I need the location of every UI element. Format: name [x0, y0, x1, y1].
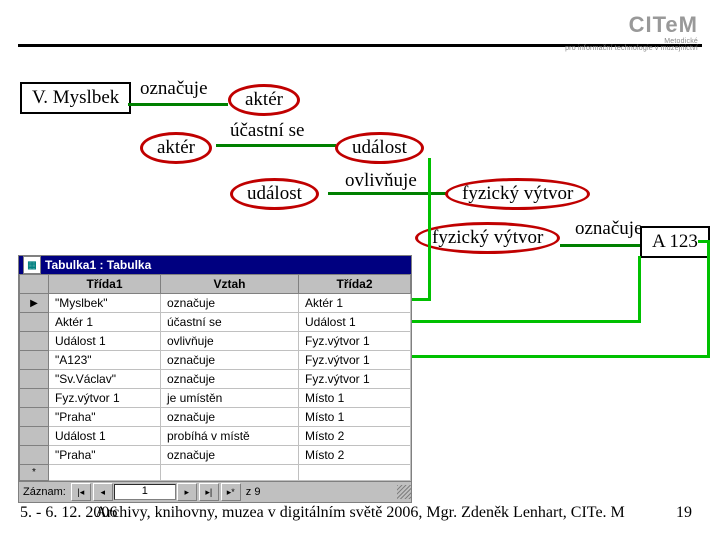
link-line: [428, 158, 431, 301]
logo-sub1: Metodické: [565, 38, 698, 45]
cell[interactable]: [298, 465, 410, 481]
table-row[interactable]: "A123"označujeFyz.výtvor 1: [20, 351, 411, 370]
cell[interactable]: Místo 2: [298, 446, 410, 465]
link-line: [400, 355, 710, 358]
row-selector[interactable]: [20, 427, 49, 446]
table-row[interactable]: ▶"Myslbek"označujeAktér 1: [20, 294, 411, 313]
connector: [560, 244, 640, 247]
footer-page: 19: [676, 504, 692, 522]
datasheet-icon: ▦: [23, 256, 41, 274]
row-selector[interactable]: [20, 351, 49, 370]
link-line: [698, 240, 710, 243]
cell[interactable]: Událost 1: [49, 427, 161, 446]
cell[interactable]: Fyz.výtvor 1: [49, 389, 161, 408]
cell[interactable]: označuje: [161, 294, 299, 313]
window-title: Tabulka1 : Tabulka: [45, 258, 151, 272]
rel-oznacuje-2: označuje: [575, 218, 643, 240]
table-window: ▦ Tabulka1 : Tabulka Třída1 Vztah Třída2…: [18, 255, 412, 503]
rel-ovlivnuje: ovlivňuje: [345, 170, 417, 192]
cell[interactable]: označuje: [161, 351, 299, 370]
footer-center: Archivy, knihovny, muzea v digitálním sv…: [0, 504, 720, 522]
table-row[interactable]: Událost 1ovlivňujeFyz.výtvor 1: [20, 332, 411, 351]
record-navigator: Záznam: |◂ ◂ 1 ▸ ▸| ▸* z 9: [19, 481, 411, 502]
cell[interactable]: "A123": [49, 351, 161, 370]
connector: [216, 144, 336, 147]
cell[interactable]: označuje: [161, 408, 299, 427]
data-grid[interactable]: Třída1 Vztah Třída2 ▶"Myslbek"označujeAk…: [19, 274, 411, 481]
titlebar[interactable]: ▦ Tabulka1 : Tabulka: [19, 256, 411, 274]
table-row[interactable]: "Sv.Václav"označujeFyz.výtvor 1: [20, 370, 411, 389]
cell[interactable]: označuje: [161, 370, 299, 389]
col-trida1[interactable]: Třída1: [49, 275, 161, 294]
node-akter-2: aktér: [140, 132, 212, 164]
resize-grip-icon[interactable]: [397, 485, 411, 499]
nav-new-button[interactable]: ▸*: [221, 483, 241, 501]
row-selector[interactable]: [20, 389, 49, 408]
node-udalost-2: událost: [230, 178, 319, 210]
row-selector[interactable]: [20, 332, 49, 351]
nav-last-button[interactable]: ▸|: [199, 483, 219, 501]
cell[interactable]: označuje: [161, 446, 299, 465]
rel-ucastni-se: účastní se: [230, 120, 304, 142]
cell[interactable]: Událost 1: [49, 332, 161, 351]
cell[interactable]: "Praha": [49, 446, 161, 465]
nav-first-button[interactable]: |◂: [71, 483, 91, 501]
record-number-input[interactable]: 1: [114, 484, 176, 500]
cell[interactable]: Fyz.výtvor 1: [298, 332, 410, 351]
cell[interactable]: Fyz.výtvor 1: [298, 370, 410, 389]
cell[interactable]: je umístěn: [161, 389, 299, 408]
table-row[interactable]: Fyz.výtvor 1je umístěnMísto 1: [20, 389, 411, 408]
link-line: [638, 256, 641, 323]
table-row-new[interactable]: *: [20, 465, 411, 481]
record-count: z 9: [242, 486, 265, 498]
connector: [128, 103, 228, 106]
cell[interactable]: "Myslbek": [49, 294, 161, 313]
logo-name: CITeM: [565, 12, 698, 38]
cell[interactable]: Místo 1: [298, 389, 410, 408]
row-selector[interactable]: ▶: [20, 294, 49, 313]
cell[interactable]: účastní se: [161, 313, 299, 332]
cell[interactable]: Fyz.výtvor 1: [298, 351, 410, 370]
cell[interactable]: Místo 1: [298, 408, 410, 427]
cell[interactable]: Aktér 1: [298, 294, 410, 313]
col-trida2[interactable]: Třída2: [298, 275, 410, 294]
row-selector-new[interactable]: *: [20, 465, 49, 481]
table-row[interactable]: Událost 1probíhá v místěMísto 2: [20, 427, 411, 446]
cell[interactable]: [161, 465, 299, 481]
logo-sub2: pro informační technologie v muzejnictví: [565, 45, 698, 52]
table-row[interactable]: "Praha"označujeMísto 2: [20, 446, 411, 465]
nav-prev-button[interactable]: ◂: [93, 483, 113, 501]
node-udalost-1: událost: [335, 132, 424, 164]
node-akter-1: aktér: [228, 84, 300, 116]
node-fyz-vytvor-2: fyzický výtvor: [415, 222, 560, 254]
cell[interactable]: [49, 465, 161, 481]
cell[interactable]: ovlivňuje: [161, 332, 299, 351]
table-row[interactable]: Aktér 1účastní seUdálost 1: [20, 313, 411, 332]
cell[interactable]: "Sv.Václav": [49, 370, 161, 389]
cell[interactable]: Událost 1: [298, 313, 410, 332]
node-fyz-vytvor-1: fyzický výtvor: [445, 178, 590, 210]
logo-block: CITeM Metodické pro informační technolog…: [565, 12, 698, 52]
cell[interactable]: Aktér 1: [49, 313, 161, 332]
nav-next-button[interactable]: ▸: [177, 483, 197, 501]
rowhead-blank: [20, 275, 49, 294]
record-label: Záznam:: [19, 486, 70, 498]
row-selector[interactable]: [20, 313, 49, 332]
node-myslbek: V. Myslbek: [20, 82, 131, 114]
rel-oznacuje-1: označuje: [140, 78, 208, 100]
row-selector[interactable]: [20, 408, 49, 427]
link-line: [400, 320, 640, 323]
table-row[interactable]: "Praha"označujeMísto 1: [20, 408, 411, 427]
cell[interactable]: Místo 2: [298, 427, 410, 446]
row-selector[interactable]: [20, 370, 49, 389]
row-selector[interactable]: [20, 446, 49, 465]
cell[interactable]: probíhá v místě: [161, 427, 299, 446]
link-line: [707, 240, 710, 358]
cell[interactable]: "Praha": [49, 408, 161, 427]
col-vztah[interactable]: Vztah: [161, 275, 299, 294]
